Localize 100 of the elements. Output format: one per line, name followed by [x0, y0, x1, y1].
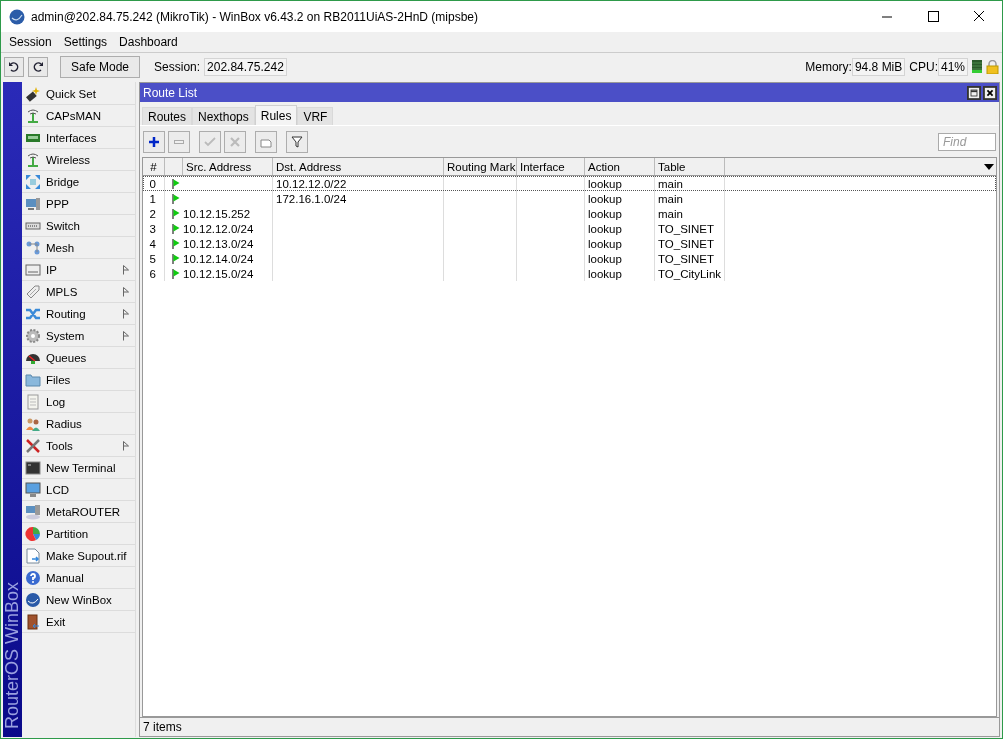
table-cell: main: [658, 192, 683, 205]
close-icon[interactable]: [983, 85, 997, 100]
sidebar-item[interactable]: MPLS: [22, 281, 135, 303]
table-cell: main: [658, 177, 683, 190]
table-row[interactable]: 6 10.12.15.0/24 lookup TO_CityLink: [143, 266, 996, 281]
computer-icon: [25, 503, 41, 520]
menu-item[interactable]: Session: [3, 35, 58, 49]
flag-icon: [172, 268, 180, 279]
table-cell: 172.16.1.0/24: [276, 192, 347, 205]
table-row[interactable]: 1 172.16.1.0/24 lookup main: [143, 191, 996, 206]
session-value: 202.84.75.242: [204, 57, 287, 76]
table-cell: TO_SINET: [658, 252, 715, 265]
sidebar-item[interactable]: MetaROUTER: [22, 501, 135, 523]
sidebar-item[interactable]: Queues: [22, 347, 135, 369]
panel-title: Route List: [143, 85, 199, 100]
table-row[interactable]: 4 10.12.13.0/24 lookup TO_SINET: [143, 236, 996, 251]
column-menu-icon[interactable]: [982, 163, 996, 170]
undo-button[interactable]: [4, 56, 24, 77]
table-cell: 5: [149, 252, 156, 265]
sidebar-item[interactable]: Interfaces: [22, 127, 135, 149]
sidebar-item[interactable]: Mesh: [22, 237, 135, 259]
sidebar-item[interactable]: System: [22, 325, 135, 347]
table-cell: 10.12.12.0/22: [276, 177, 347, 190]
sidebar-item[interactable]: Make Supout.rif: [22, 545, 135, 567]
menu-item[interactable]: Dashboard: [113, 35, 184, 49]
sidebar-item[interactable]: LCD: [22, 479, 135, 501]
app-logo-icon: [9, 8, 25, 25]
table-row[interactable]: 3 10.12.12.0/24 lookup TO_SINET: [143, 221, 996, 236]
status-text: 7 items: [143, 720, 182, 734]
window-title: admin@202.84.75.242 (MikroTik) - WinBox v6.43.2 on RB2011UiAS-2HnD (mipsbe): [31, 9, 480, 24]
column-header[interactable]: Routing Mark: [444, 158, 517, 175]
table-cell: 2: [149, 207, 156, 220]
submenu-arrow-icon: [123, 330, 129, 341]
column-header[interactable]: Src. Address: [183, 158, 273, 175]
add-button[interactable]: [143, 130, 165, 153]
wand-icon: [25, 85, 41, 102]
cross-icon: [229, 135, 241, 148]
cpu-meter-icon: [972, 60, 982, 73]
gear-icon: [25, 327, 41, 344]
sidebar-item[interactable]: CAPsMAN: [22, 105, 135, 127]
redo-icon: [32, 60, 44, 73]
sidebar-item[interactable]: Routing: [22, 303, 135, 325]
sidebar-item[interactable]: Log: [22, 391, 135, 413]
table-cell: 10.12.13.0/24: [183, 237, 254, 250]
column-header[interactable]: #: [143, 158, 165, 175]
column-header[interactable]: Table: [655, 158, 725, 175]
flag-icon: [172, 178, 180, 189]
tab[interactable]: Nexthops: [192, 107, 255, 125]
table-cell: 10.12.15.0/24: [183, 267, 254, 280]
help-icon: [25, 569, 41, 586]
antenna-icon: [25, 151, 41, 168]
table-cell: lookup: [588, 192, 622, 205]
table-cell: TO_CityLink: [658, 267, 722, 280]
sidebar-item[interactable]: Bridge: [22, 171, 135, 193]
memory-value: 94.8 MiB: [851, 57, 906, 76]
monitor-icon: [25, 481, 41, 498]
sidebar-item[interactable]: Manual: [22, 567, 135, 589]
table-cell: lookup: [588, 267, 622, 280]
door-icon: [25, 613, 41, 630]
table-cell: TO_SINET: [658, 222, 715, 235]
brand-text: RouterOS WinBox: [2, 581, 23, 729]
globe-icon: [25, 591, 41, 608]
sidebar-item[interactable]: Tools: [22, 435, 135, 457]
document-arrow-icon: [25, 547, 41, 564]
nodes-icon: [25, 239, 41, 256]
safe-mode-button[interactable]: Safe Mode: [60, 55, 141, 78]
sidebar-item[interactable]: PPP: [22, 193, 135, 215]
sidebar-item[interactable]: Exit: [22, 611, 135, 633]
table-cell: TO_SINET: [658, 237, 715, 250]
restore-icon[interactable]: [967, 85, 981, 100]
menu-item[interactable]: Settings: [57, 35, 114, 49]
tab[interactable]: VRF: [297, 107, 334, 125]
table-row[interactable]: 2 10.12.15.252 lookup main: [143, 206, 996, 221]
table-row[interactable]: 5 10.12.14.0/24 lookup TO_SINET: [143, 251, 996, 266]
filter-button[interactable]: [286, 130, 308, 153]
table-cell: 6: [149, 267, 156, 280]
sidebar-item[interactable]: Switch: [22, 215, 135, 237]
table-row[interactable]: 0 10.12.12.0/22 lookup main: [143, 176, 996, 191]
column-header[interactable]: Action: [585, 158, 655, 175]
column-header[interactable]: Dst. Address: [273, 158, 444, 175]
sidebar-item[interactable]: Quick Set: [22, 83, 135, 105]
redo-button[interactable]: [28, 56, 48, 77]
sidebar-item[interactable]: Files: [22, 369, 135, 391]
sidebar-item[interactable]: Radius: [22, 413, 135, 435]
numbered-box-icon: [25, 261, 41, 278]
plus-icon: [148, 135, 160, 148]
tab[interactable]: Rules: [254, 105, 298, 125]
submenu-arrow-icon: [123, 264, 129, 275]
tools-icon: [25, 437, 41, 454]
sidebar-item[interactable]: IP: [22, 259, 135, 281]
sidebar-item[interactable]: New Terminal: [22, 457, 135, 479]
find-field[interactable]: Find: [938, 132, 996, 151]
check-icon: [204, 135, 216, 148]
sidebar-item[interactable]: New WinBox: [22, 589, 135, 611]
sidebar-item[interactable]: Wireless: [22, 149, 135, 171]
tab[interactable]: Routes: [142, 107, 193, 125]
sidebar-item[interactable]: Partition: [22, 523, 135, 545]
submenu-arrow-icon: [123, 440, 129, 451]
flag-icon: [172, 193, 180, 204]
column-header[interactable]: Interface: [517, 158, 585, 175]
